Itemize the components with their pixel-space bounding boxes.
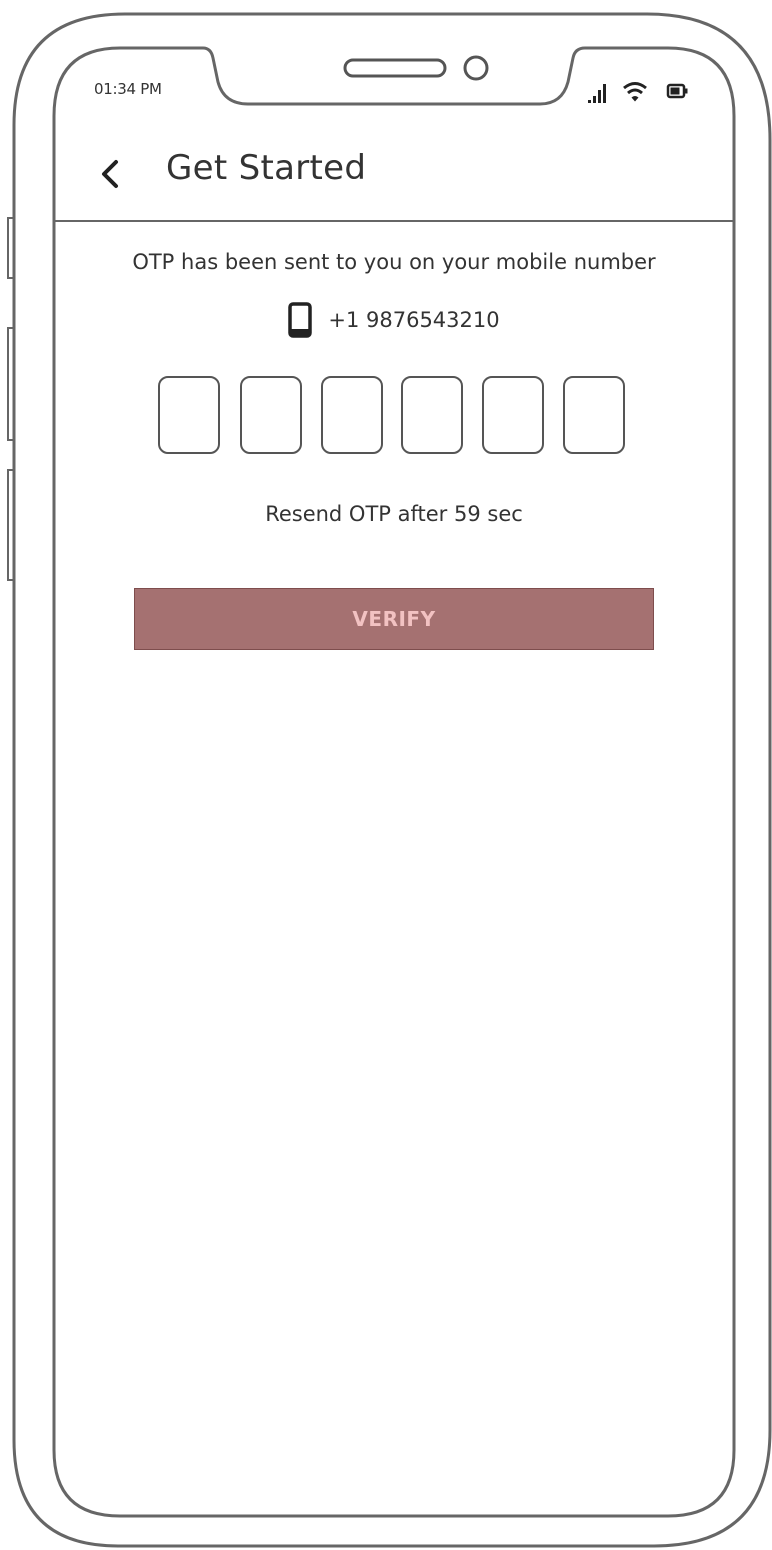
wifi-icon [623,82,647,102]
otp-digit-2[interactable] [240,376,302,454]
otp-digit-3[interactable] [321,376,383,454]
resend-otp-timer: Resend OTP after 59 sec [265,502,523,526]
status-time: 01:34 PM [94,80,162,98]
back-button[interactable] [92,154,132,194]
phone-number: +1 9876543210 [328,308,500,332]
battery-icon [666,83,688,99]
otp-digit-5[interactable] [482,376,544,454]
app-header: Get Started [54,140,734,222]
verify-button[interactable]: VERIFY [134,588,654,650]
signal-icon [588,84,606,103]
status-icons [588,82,688,103]
otp-sent-message: OTP has been sent to you on your mobile … [132,250,656,274]
header-divider [54,220,734,222]
mobile-phone-icon [288,302,313,338]
page-title: Get Started [166,148,367,188]
phone-number-row: +1 9876543210 [54,302,734,338]
otp-input-group [158,376,630,458]
otp-digit-1[interactable] [158,376,220,454]
otp-digit-4[interactable] [401,376,463,454]
phone-frame [7,12,772,1548]
otp-digit-6[interactable] [563,376,625,454]
chevron-left-icon [102,160,118,188]
